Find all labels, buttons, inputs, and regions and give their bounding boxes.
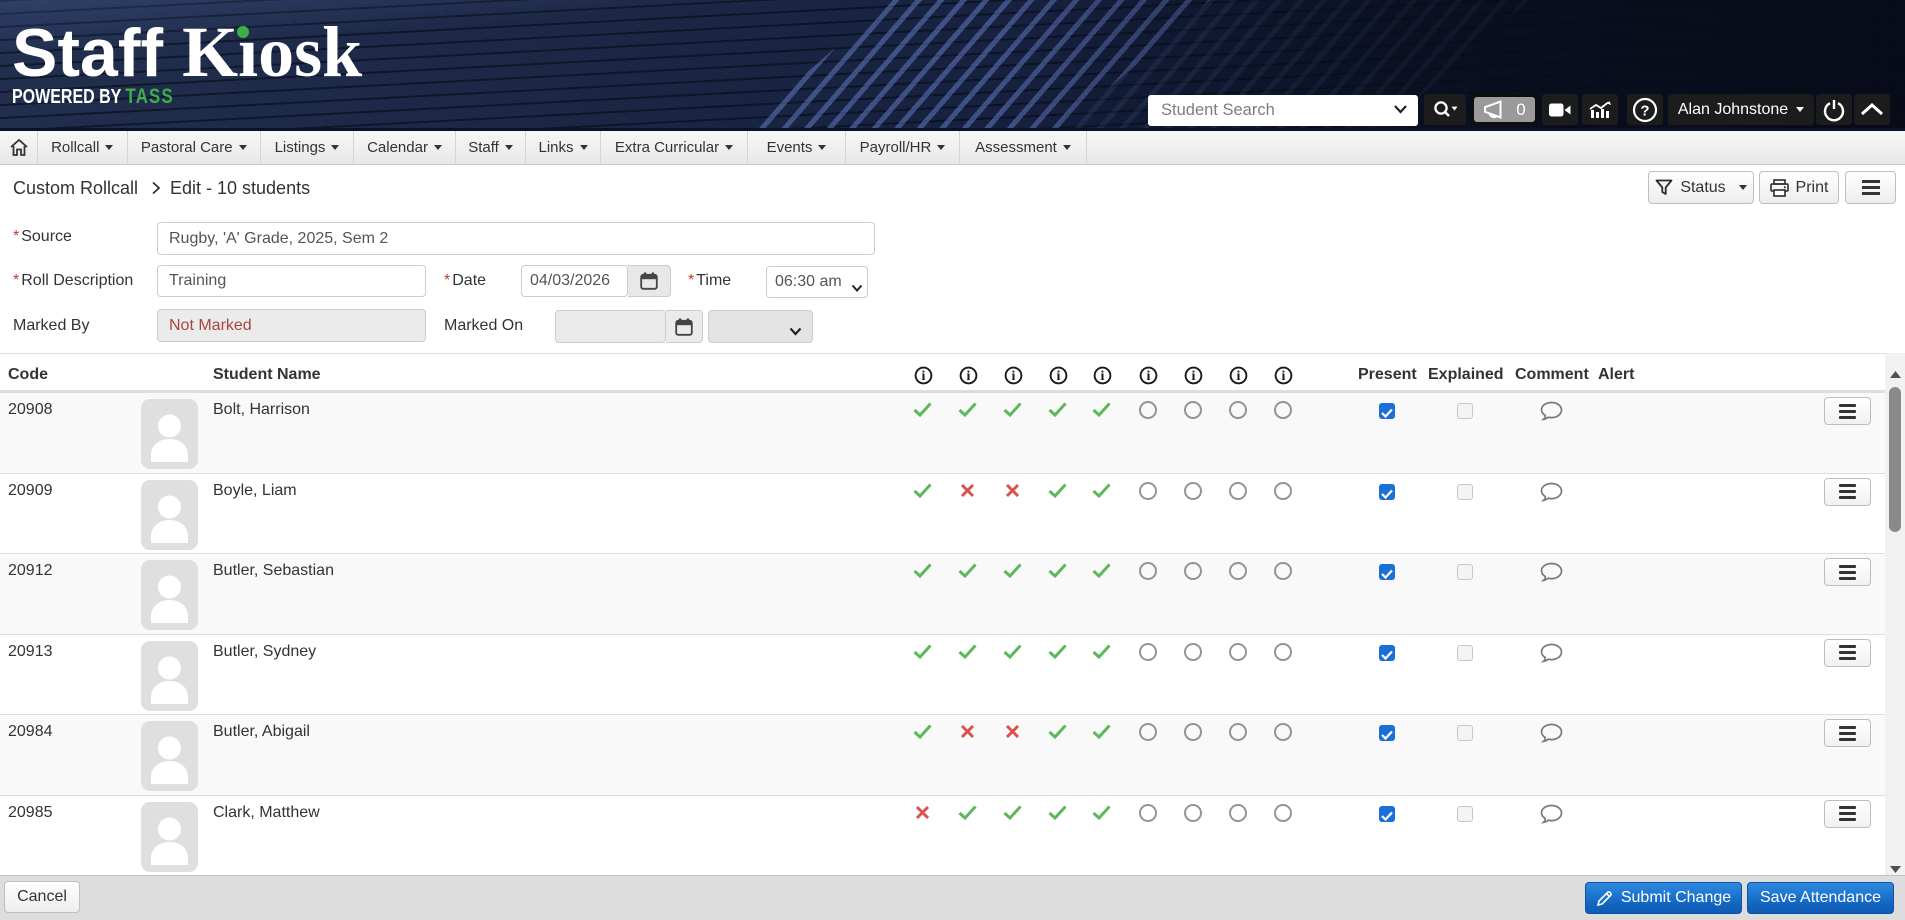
svg-text:i: i	[1012, 369, 1016, 384]
svg-text:i: i	[1282, 369, 1286, 384]
svg-text:i: i	[1057, 369, 1061, 384]
svg-text:?: ?	[1640, 102, 1649, 119]
svg-text:i: i	[1147, 369, 1151, 384]
svg-text:i: i	[1101, 369, 1105, 384]
svg-text:i: i	[1192, 369, 1196, 384]
svg-text:i: i	[967, 369, 971, 384]
svg-text:i: i	[922, 369, 926, 384]
svg-text:i: i	[1237, 369, 1241, 384]
